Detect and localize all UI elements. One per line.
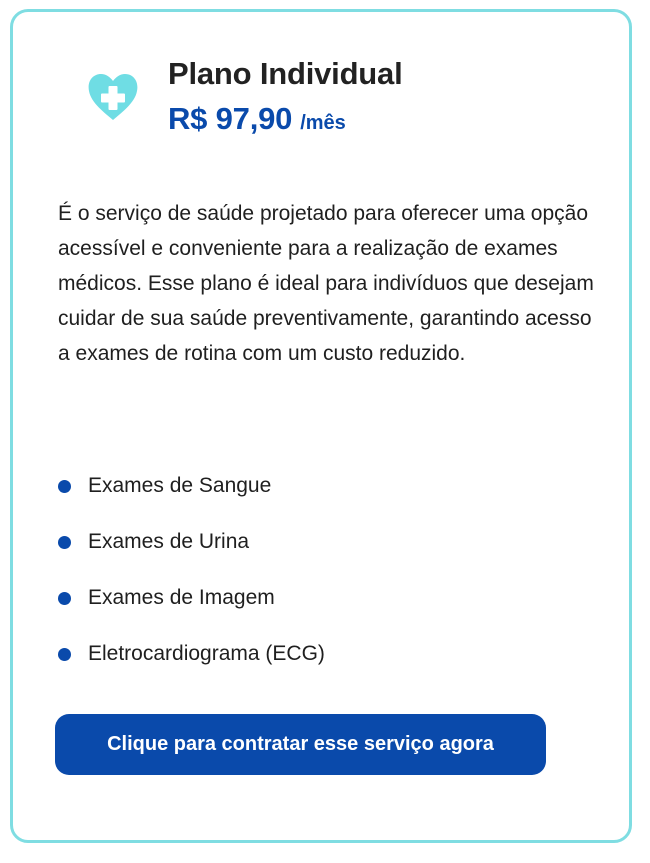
bullet-icon — [58, 535, 71, 549]
feature-label: Exames de Sangue — [88, 474, 272, 497]
feature-label: Eletrocardiograma (ECG) — [88, 642, 325, 665]
bullet-icon — [58, 647, 71, 661]
contract-service-button[interactable]: Clique para contratar esse serviço agora — [55, 714, 546, 775]
plan-price: R$ 97,90 — [168, 101, 293, 136]
feature-label: Exames de Urina — [88, 530, 250, 553]
bullet-icon — [58, 479, 71, 493]
bullet-icon — [58, 591, 71, 605]
feature-item: Exames de Urina — [58, 514, 325, 570]
feature-list: Exames de Sangue Exames de Urina Exames … — [58, 458, 325, 682]
plan-description: É o serviço de saúde projetado para ofer… — [58, 202, 594, 365]
feature-item: Exames de Imagem — [58, 570, 325, 626]
plan-period: /mês — [300, 112, 346, 134]
price-row: R$ 97,90/mês — [168, 101, 346, 137]
feature-item: Exames de Sangue — [58, 458, 325, 514]
feature-item: Eletrocardiograma (ECG) — [58, 626, 325, 682]
heart-plus-icon — [83, 66, 143, 126]
feature-label: Exames de Imagem — [88, 586, 275, 609]
plan-title: Plano Individual — [168, 56, 403, 91]
